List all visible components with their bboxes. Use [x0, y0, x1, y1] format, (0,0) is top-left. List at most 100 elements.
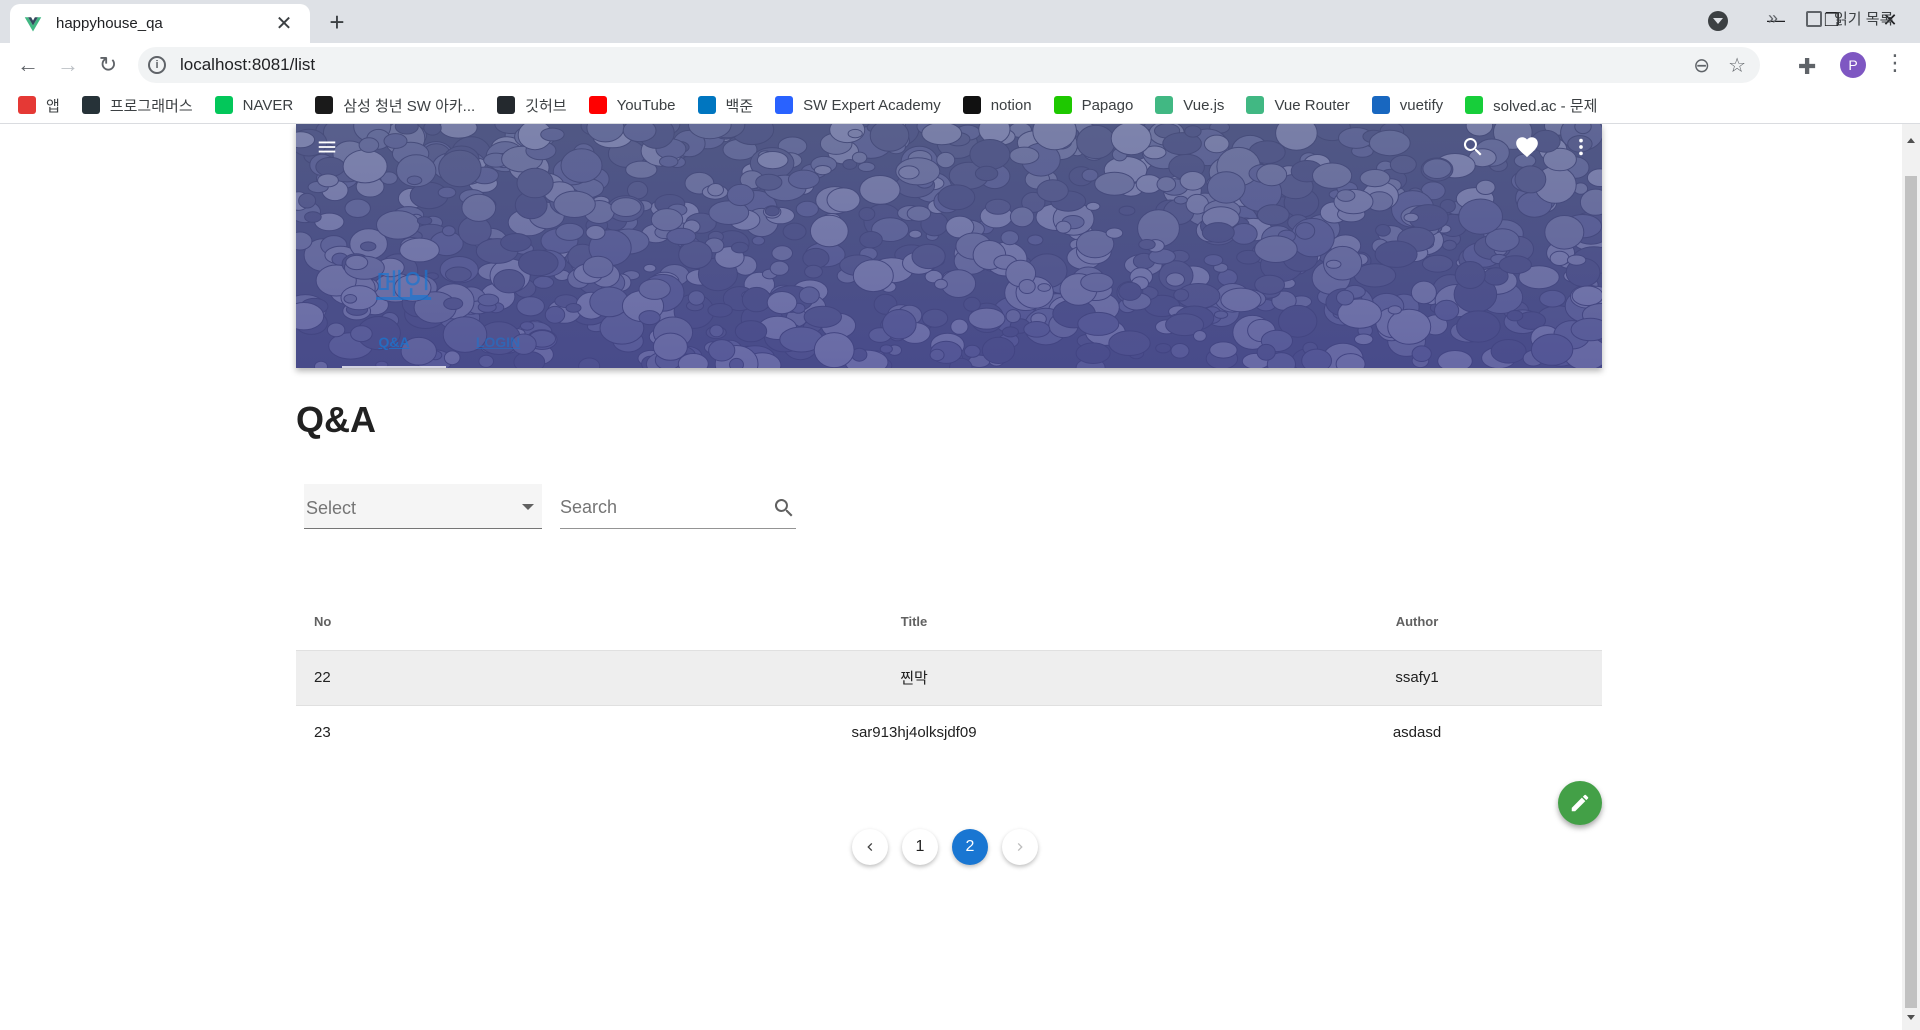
cell-author: asdasd: [1392, 724, 1442, 742]
bookmark-label: SW Expert Academy: [803, 96, 941, 114]
bookmark-label: Vue Router: [1274, 96, 1350, 114]
qa-table: No Title Author 22 찐막 ssafy1 23 sar913hj…: [296, 594, 1602, 760]
vue-icon: [1155, 96, 1174, 114]
tab-search-icon[interactable]: [1708, 11, 1728, 31]
search-icon[interactable]: [1458, 132, 1488, 162]
page-button-1[interactable]: 1: [902, 829, 938, 865]
baekjoon-icon: [697, 96, 716, 114]
site-info-icon[interactable]: i: [148, 56, 166, 74]
bookmark-item[interactable]: NAVER: [214, 96, 294, 114]
table-row[interactable]: 23 sar913hj4olksjdf09 asdasd: [296, 705, 1602, 760]
header-no[interactable]: No: [296, 594, 596, 651]
bookmark-label: notion: [990, 96, 1032, 114]
bookmark-item[interactable]: 백준: [697, 95, 754, 116]
search-input[interactable]: [560, 494, 760, 520]
cell-title: sar913hj4olksjdf09: [851, 724, 977, 742]
tab-qa[interactable]: Q&A: [342, 324, 446, 368]
ssafy-icon: [315, 96, 334, 114]
tab-title: happyhouse_qa: [56, 15, 163, 32]
browser-tabstrip: happyhouse_qa ✕ + — ❐ ✕: [0, 0, 1920, 43]
apps-grid-icon: [18, 96, 36, 114]
browser-toolbar: ← → ↻ i localhost:8081/list ⊖ ☆: [0, 43, 1920, 87]
header-author[interactable]: Author: [1232, 594, 1602, 651]
bookmark-label: 삼성 청년 SW 아카...: [343, 97, 476, 115]
bookmark-item[interactable]: SW Expert Academy: [775, 96, 941, 114]
bookmark-star-icon[interactable]: ☆: [1728, 53, 1746, 78]
bookmark-item[interactable]: Vue.js: [1155, 96, 1224, 114]
pencil-icon: [1571, 794, 1589, 812]
bookmark-item[interactable]: 프로그래머스: [81, 95, 193, 116]
cell-author: ssafy1: [1232, 650, 1602, 706]
browser-menu-icon[interactable]: ⋮: [1884, 50, 1906, 76]
vue-favicon-icon: [24, 16, 42, 31]
naver-icon: [214, 96, 233, 114]
search-field-icon[interactable]: [772, 496, 796, 520]
page-scrollbar[interactable]: [1902, 124, 1920, 1030]
category-select[interactable]: Select: [304, 484, 542, 529]
papago-icon: [1053, 96, 1072, 114]
bookmark-item[interactable]: 깃허브: [497, 95, 567, 116]
bookmark-label: 앱: [46, 97, 60, 115]
new-tab-button[interactable]: +: [322, 8, 352, 38]
bookmark-label: 프로그래머스: [109, 97, 193, 115]
bookmark-label: 백준: [725, 97, 754, 115]
zoom-icon[interactable]: ⊖: [1693, 53, 1710, 78]
youtube-icon: [588, 96, 607, 114]
programmers-icon: [81, 96, 100, 114]
close-tab-icon[interactable]: ✕: [272, 11, 296, 36]
more-bookmarks-icon[interactable]: »: [1768, 8, 1778, 29]
search-field[interactable]: [560, 484, 796, 529]
reading-list-icon: [1806, 10, 1822, 27]
menu-icon[interactable]: [312, 132, 342, 162]
header-title[interactable]: Title: [596, 594, 1232, 651]
cell-title: 찐막: [596, 650, 1232, 706]
prev-page-icon[interactable]: [852, 829, 888, 865]
browser-tab[interactable]: happyhouse_qa ✕: [10, 4, 310, 43]
github-icon: [497, 96, 516, 114]
reading-list-label: 읽기 목록: [1834, 11, 1894, 28]
bookmark-label: NAVER: [242, 96, 294, 114]
app-title-link[interactable]: 메인: [376, 260, 431, 304]
dropdown-caret-icon: [522, 504, 534, 516]
bookmark-item[interactable]: vuetify: [1371, 96, 1444, 114]
bookmark-item[interactable]: Vue Router: [1246, 96, 1350, 114]
table-header-row: No Title Author: [296, 594, 1602, 651]
table-row[interactable]: 22 찐막 ssafy1: [296, 650, 1602, 706]
bookmark-label: Papago: [1081, 96, 1134, 114]
reload-icon[interactable]: ↻: [88, 47, 128, 83]
bookmark-item[interactable]: 앱: [18, 95, 60, 116]
vue-icon: [1246, 96, 1265, 114]
scrollbar-thumb[interactable]: [1905, 176, 1917, 1008]
bookmarks-bar: 앱 프로그래머스 NAVER 삼성 청년 SW 아카... 깃허브 YouTube 백준 SW…: [0, 87, 1920, 124]
next-page-icon[interactable]: [1002, 829, 1038, 865]
solvedac-icon: [1465, 96, 1484, 114]
reading-list-button[interactable]: 읽기 목록: [1806, 8, 1893, 29]
bookmark-label: Vue.js: [1183, 96, 1225, 114]
more-vert-icon[interactable]: [1566, 132, 1596, 162]
forward-icon[interactable]: →: [48, 47, 88, 83]
notion-icon: [962, 96, 981, 114]
profile-avatar[interactable]: P: [1840, 52, 1866, 78]
back-icon[interactable]: ←: [8, 47, 48, 83]
pagination: 1 2: [852, 829, 1038, 865]
url-text[interactable]: localhost:8081/list: [180, 55, 315, 75]
bookmark-item[interactable]: YouTube: [588, 96, 676, 114]
scroll-up-icon[interactable]: [1907, 134, 1915, 143]
cell-no: 23: [314, 724, 331, 742]
bookmark-item[interactable]: solved.ac - 문제: [1465, 95, 1597, 116]
scroll-down-icon[interactable]: [1907, 1015, 1915, 1024]
bookmark-label: 깃허브: [525, 97, 567, 115]
extensions-icon[interactable]: ✚: [1798, 54, 1816, 80]
bookmark-item[interactable]: Papago: [1053, 96, 1134, 114]
page-button-2[interactable]: 2: [952, 829, 988, 865]
address-bar[interactable]: i localhost:8081/list ⊖ ☆: [138, 47, 1760, 83]
tab-login[interactable]: LOGIN: [446, 324, 550, 368]
bookmark-item[interactable]: 삼성 청년 SW 아카...: [315, 95, 475, 116]
bookmark-item[interactable]: notion: [962, 96, 1032, 114]
heart-icon[interactable]: [1512, 132, 1542, 162]
bookmark-label: vuetify: [1399, 96, 1444, 114]
bookmark-label: solved.ac - 문제: [1493, 97, 1598, 115]
select-label: Select: [306, 498, 357, 518]
app-bar: 메인 Q&A LOGIN: [296, 124, 1602, 368]
write-post-button[interactable]: [1558, 781, 1602, 825]
